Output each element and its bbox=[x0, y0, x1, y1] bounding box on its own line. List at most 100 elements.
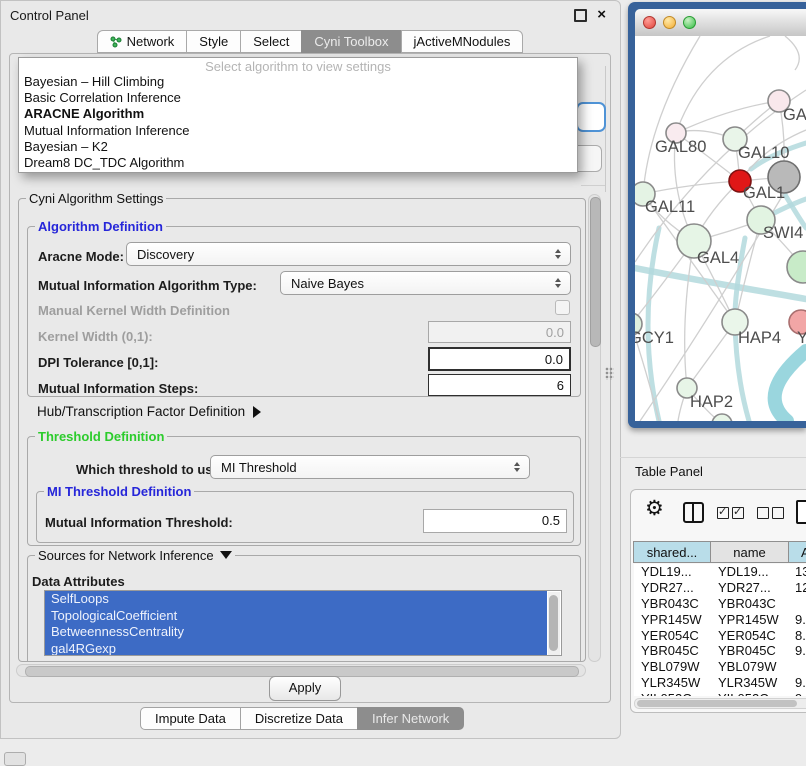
page-icon[interactable] bbox=[796, 500, 806, 524]
network-node[interactable] bbox=[712, 414, 732, 421]
table-row[interactable]: YBR043CYBR043C bbox=[634, 596, 806, 612]
panel-border-fragment bbox=[581, 185, 605, 186]
network-graph-icon bbox=[110, 36, 122, 48]
tab-cyni-toolbox[interactable]: Cyni Toolbox bbox=[301, 30, 401, 53]
data-attribute-item[interactable]: TopologicalCoefficient bbox=[45, 608, 547, 625]
tab-network[interactable]: Network bbox=[97, 30, 188, 53]
algorithm-option[interactable]: Bayesian – Hill Climbing bbox=[19, 74, 577, 90]
mi-steps-field[interactable]: 6 bbox=[428, 374, 571, 396]
dpi-tolerance-field[interactable]: 0.0 bbox=[428, 347, 571, 371]
close-icon[interactable]: × bbox=[597, 10, 606, 20]
algorithm-option[interactable]: ARACNE Algorithm bbox=[19, 106, 577, 122]
table-cell: 9. bbox=[791, 675, 806, 691]
table-row[interactable]: YPR145WYPR145W9. bbox=[634, 612, 806, 628]
table-cell: YDL19... bbox=[712, 564, 791, 580]
sources-group: Sources for Network Inference Data Attri… bbox=[27, 555, 581, 661]
table-cell: 9 bbox=[791, 691, 806, 696]
tab-label: Style bbox=[199, 31, 228, 52]
tab-select[interactable]: Select bbox=[240, 30, 302, 53]
sources-toggle[interactable]: Sources for Network Inference bbox=[35, 548, 235, 563]
panel-splitter-grip[interactable] bbox=[605, 367, 614, 380]
aracne-mode-select[interactable]: Discovery bbox=[126, 242, 571, 266]
sources-title: Sources for Network Inference bbox=[38, 548, 214, 563]
mi-threshold-definition-group: MI Threshold Definition Mutual Informati… bbox=[36, 491, 574, 543]
vertical-scrollbar-thumb[interactable] bbox=[590, 197, 601, 347]
unchecked-checkbox-icon[interactable] bbox=[757, 507, 769, 519]
table-cell: YLR345W bbox=[712, 675, 791, 691]
node-label: Y bbox=[797, 329, 806, 347]
tab-infer-network[interactable]: Infer Network bbox=[357, 707, 464, 730]
table-row[interactable]: YDR27...YDR27...12 bbox=[634, 580, 806, 596]
unchecked-checkbox-icon[interactable] bbox=[772, 507, 784, 519]
table-cell: YBL079W bbox=[712, 659, 791, 675]
table-row[interactable]: YDL19...YDL19...13 bbox=[634, 564, 806, 580]
aracne-mode-label: Aracne Mode: bbox=[38, 249, 124, 264]
apply-button[interactable]: Apply bbox=[269, 676, 341, 701]
table-row[interactable]: YBL079WYBL079W bbox=[634, 659, 806, 675]
minimize-traffic-light[interactable] bbox=[663, 16, 676, 29]
kernel-width-field[interactable]: 0.0 bbox=[428, 321, 571, 343]
algorithm-option[interactable]: Mutual Information Inference bbox=[19, 123, 577, 139]
algorithm-dropdown-list: Select algorithm to view settings Bayesi… bbox=[18, 57, 578, 173]
column-header-partial[interactable]: A bbox=[788, 541, 806, 563]
network-node[interactable] bbox=[787, 251, 806, 283]
tab-jactivemnodules[interactable]: jActiveMNodules bbox=[401, 30, 524, 53]
column-header-name[interactable]: name bbox=[710, 541, 789, 563]
tab-label: Select bbox=[253, 31, 289, 52]
table-row[interactable]: YIL052CYIL052C9 bbox=[634, 691, 806, 696]
data-attribute-item[interactable]: gal4RGexp bbox=[45, 641, 547, 657]
list-scrollbar-thumb[interactable] bbox=[549, 595, 558, 651]
tab-label: Cyni Toolbox bbox=[314, 31, 388, 52]
data-attributes-list: SelfLoopsTopologicalCoefficientBetweenne… bbox=[44, 590, 562, 656]
columns-icon[interactable] bbox=[683, 502, 704, 523]
hub-definition-toggle[interactable]: Hub/Transcription Factor Definition bbox=[37, 404, 261, 419]
gear-icon[interactable] bbox=[645, 496, 664, 521]
tab-impute-data[interactable]: Impute Data bbox=[140, 707, 241, 730]
table-horizontal-scrollbar[interactable] bbox=[634, 698, 806, 709]
tab-label: Network bbox=[127, 31, 175, 52]
threshold-definition-group: Threshold Definition Which threshold to … bbox=[27, 436, 581, 546]
network-view-window: GALGAL80GAL10GAL1GAL11SWI4GAL4GCY1HAP4YH… bbox=[628, 2, 806, 428]
which-threshold-select[interactable]: MI Threshold bbox=[210, 455, 530, 479]
list-scrollbar[interactable] bbox=[548, 592, 560, 656]
data-attributes-label: Data Attributes bbox=[32, 574, 125, 589]
node-label: GCY1 bbox=[635, 329, 674, 347]
algorithm-definition-group: Algorithm Definition Aracne Mode: Discov… bbox=[27, 226, 581, 397]
table-cell: YIL052C bbox=[712, 691, 791, 696]
algorithm-combo-fragment[interactable] bbox=[576, 102, 606, 132]
checked-checkbox-icon[interactable] bbox=[732, 507, 744, 519]
selected-value: Naive Bayes bbox=[281, 276, 551, 291]
table-scrollbar-thumb[interactable] bbox=[637, 700, 797, 707]
algorithm-option[interactable]: Basic Correlation Inference bbox=[19, 90, 577, 106]
dpi-tolerance-label: DPI Tolerance [0,1]: bbox=[38, 355, 158, 370]
bottom-corner-button[interactable] bbox=[4, 752, 26, 766]
tab-discretize-data[interactable]: Discretize Data bbox=[240, 707, 358, 730]
data-attribute-item[interactable]: BetweennessCentrality bbox=[45, 624, 547, 641]
checked-checkbox-icon[interactable] bbox=[717, 507, 729, 519]
zoom-traffic-light[interactable] bbox=[683, 16, 696, 29]
mi-algorithm-type-select[interactable]: Naive Bayes bbox=[280, 271, 571, 295]
manual-kernel-checkbox[interactable] bbox=[555, 300, 570, 315]
network-edge bbox=[676, 101, 779, 133]
algorithm-option[interactable]: Bayesian – K2 bbox=[19, 139, 577, 155]
data-attribute-item[interactable]: SelfLoops bbox=[45, 591, 547, 608]
table-cell bbox=[791, 659, 806, 675]
group-title: MI Threshold Definition bbox=[44, 484, 194, 499]
group-title: Cyni Algorithm Settings bbox=[26, 191, 166, 206]
close-traffic-light[interactable] bbox=[643, 16, 656, 29]
mi-threshold-field[interactable]: 0.5 bbox=[423, 509, 567, 533]
settings-vertical-scrollbar[interactable] bbox=[588, 194, 601, 662]
node-label: GAL1 bbox=[743, 184, 785, 202]
table-panel-title: Table Panel bbox=[620, 457, 806, 485]
table-cell: 9. bbox=[791, 643, 806, 659]
table-row[interactable]: YLR345WYLR345W9. bbox=[634, 675, 806, 691]
table-cell: 9. bbox=[791, 612, 806, 628]
mi-steps-label: Mutual Information Steps: bbox=[38, 381, 198, 396]
algorithm-option[interactable]: Dream8 DC_TDC Algorithm bbox=[19, 155, 577, 171]
column-header-shared-name[interactable]: shared... bbox=[633, 541, 711, 563]
network-canvas[interactable]: GALGAL80GAL10GAL1GAL11SWI4GAL4GCY1HAP4YH… bbox=[635, 36, 806, 421]
table-row[interactable]: YBR045CYBR045C9. bbox=[634, 643, 806, 659]
table-row[interactable]: YER054CYER054C8. bbox=[634, 628, 806, 644]
tab-style[interactable]: Style bbox=[186, 30, 241, 53]
restore-icon[interactable] bbox=[574, 9, 587, 22]
